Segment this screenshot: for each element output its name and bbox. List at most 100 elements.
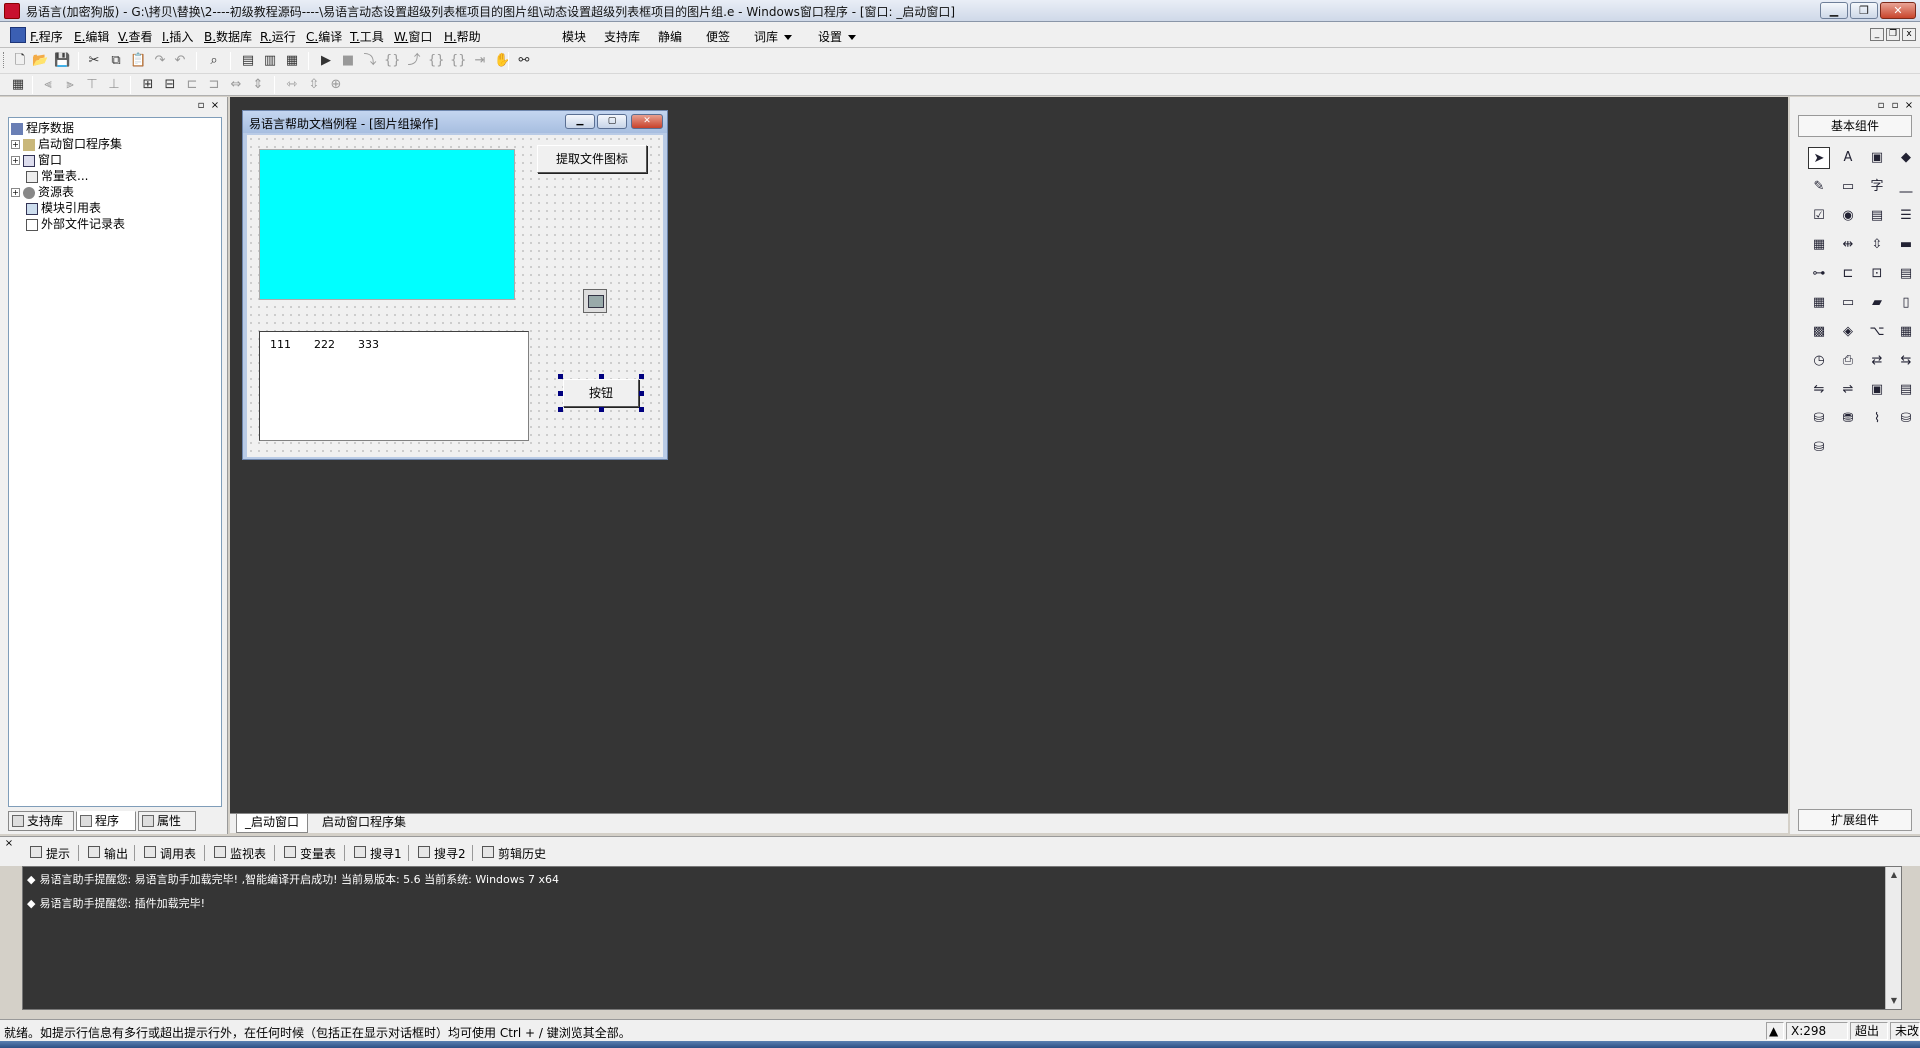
panel-pin-icon[interactable]: ▫ [1890,101,1900,111]
panel-menu-icon[interactable]: ▫ [1876,101,1886,111]
open-folder-icon[interactable]: 📂 [32,53,48,69]
close-button[interactable]: ✕ [1880,2,1916,19]
mdi-close-button[interactable]: x [1902,28,1916,41]
tree-item-resources[interactable]: + 资源表 [11,184,74,200]
resize-handle[interactable] [558,407,563,412]
center-v-icon[interactable]: ⊟ [162,77,178,93]
super-listbox[interactable]: 111 222 333 [259,331,529,441]
menu-support-lib[interactable]: 支持库 [604,28,640,45]
align-right-icon[interactable]: ⫸ [62,77,78,93]
pointer-icon[interactable]: ➤ [1808,147,1830,169]
binoculars-icon[interactable]: ⚯ [516,53,532,69]
designer-window[interactable]: 易语言帮助文档例程 - [图片组操作] ▁ ▢ ✕ 提取文件图标 111 222… [242,110,668,460]
tab-call-stack[interactable]: 调用表 [142,845,196,862]
extended-components-header[interactable]: 扩展组件 [1798,809,1912,831]
same-height-icon[interactable]: ⊐ [206,77,222,93]
scroll-up-icon[interactable]: ▲ [1766,1022,1784,1040]
text-icon[interactable]: 字 [1866,176,1888,198]
menu-compile[interactable]: C.编译 [306,28,342,45]
menu-edit[interactable]: E.编辑 [74,28,109,45]
align-bottom-icon[interactable]: ⊥ [106,77,122,93]
printer-icon[interactable]: ⎙ [1837,350,1859,372]
resize-handle[interactable] [599,374,604,379]
panel-close-icon[interactable]: × [4,839,14,849]
dbprovider-icon[interactable]: ⛃ [1837,408,1859,430]
designer-maximize-button[interactable]: ▢ [597,114,627,129]
scroll-up-icon[interactable]: ▲ [1886,867,1902,883]
line-icon[interactable]: ⎽ [1895,176,1917,198]
odbc2-icon[interactable]: ⛁ [1808,437,1830,459]
menu-help[interactable]: H.帮助 [444,28,481,45]
image-list-icon[interactable] [583,289,607,313]
copy-icon[interactable]: ⧉ [108,53,124,69]
tab-properties[interactable]: 属性 [138,811,196,831]
tab-icon[interactable]: ⊏ [1837,263,1859,285]
size-width-icon[interactable]: ⇿ [284,77,300,93]
panel-pin-icon[interactable]: ▫ [196,101,206,111]
cursor-icon[interactable]: ⇥ [472,53,488,69]
align-top-icon[interactable]: ⊤ [84,77,100,93]
chart-icon[interactable]: ⌇ [1866,408,1888,430]
list-column-header[interactable]: 333 [358,338,379,351]
shape-icon[interactable]: ◆ [1895,147,1917,169]
mdi-restore-button[interactable]: ❐ [1886,28,1900,41]
tab-variables[interactable]: 变量表 [282,845,336,862]
frame-icon[interactable]: ▭ [1837,176,1859,198]
list-column-header[interactable]: 222 [314,338,335,351]
space-v-icon[interactable]: ⇕ [250,77,266,93]
maximize-button[interactable]: ❐ [1850,2,1878,19]
resize-handle[interactable] [639,391,644,396]
network-icon[interactable]: ◈ [1837,321,1859,343]
grid-icon[interactable]: ▦ [1895,321,1917,343]
tab-watch[interactable]: 监视表 [212,845,266,862]
hscroll-icon[interactable]: ⇹ [1837,234,1859,256]
toolbar-grip[interactable] [3,52,6,68]
port-icon[interactable]: ⇋ [1808,379,1830,401]
menu-insert[interactable]: I.插入 [162,28,193,45]
step-icon[interactable]: ⤵ [362,53,378,69]
redo-icon[interactable]: ↷ [152,53,168,69]
layout-left-icon[interactable]: ▤ [240,53,256,69]
basic-components-header[interactable]: 基本组件 [1798,115,1912,137]
drive-icon[interactable]: ▭ [1837,292,1859,314]
expand-icon[interactable]: + [11,188,20,197]
mdi-minimize-button[interactable]: _ [1870,28,1884,41]
tab-startup-class[interactable]: 启动窗口程序集 [314,814,414,833]
server-icon[interactable]: ⇆ [1895,350,1917,372]
picture-icon[interactable]: ▣ [1866,147,1888,169]
panel-close-icon[interactable]: × [1904,101,1914,111]
size-height-icon[interactable]: ⇳ [306,77,322,93]
resize-handle[interactable] [599,407,604,412]
tab-output[interactable]: 输出 [86,845,128,862]
panel-close-icon[interactable]: × [210,101,220,111]
space-h-icon[interactable]: ⇔ [228,77,244,93]
layout-grid-icon[interactable]: ▦ [284,53,300,69]
calendar-icon[interactable]: ▦ [1808,292,1830,314]
combobox-icon[interactable]: ▤ [1866,205,1888,227]
same-width-icon[interactable]: ⊏ [184,77,200,93]
label-icon[interactable]: A [1837,147,1859,169]
step-over-icon[interactable]: {} [428,53,445,69]
tree-item-constants[interactable]: 常量表... [26,168,88,184]
scroll-down-icon[interactable]: ▼ [1886,993,1902,1009]
tab-program[interactable]: 程序 [76,811,136,831]
folder-icon[interactable]: ▰ [1866,292,1888,314]
stop-icon[interactable]: ■ [340,53,356,69]
progress-icon[interactable]: ▬ [1895,234,1917,256]
resize-handle[interactable] [558,391,563,396]
tree-item-program-data[interactable]: 程序数据 [11,120,74,136]
tree-item-module-refs[interactable]: 模块引用表 [26,200,101,216]
table-icon[interactable]: ▤ [1895,379,1917,401]
picturebox-icon[interactable]: ⊡ [1866,263,1888,285]
resize-handle[interactable] [639,407,644,412]
list-column-header[interactable]: 111 [270,338,291,351]
step-into-icon[interactable]: {} [384,53,401,69]
tree-item-startup-class[interactable]: + 启动窗口程序集 [11,136,122,152]
slider-icon[interactable]: ⊶ [1808,263,1830,285]
designer-title-bar[interactable]: 易语言帮助文档例程 - [图片组操作] ▁ ▢ ✕ [243,111,667,133]
menu-dictionary[interactable]: 词库 [754,28,793,45]
run-to-cursor-icon[interactable]: {} [450,53,467,69]
form-canvas[interactable]: 提取文件图标 111 222 333 按钮 [247,135,663,457]
menu-notes[interactable]: 便签 [706,28,730,45]
menu-static-compile[interactable]: 静编 [658,28,682,45]
